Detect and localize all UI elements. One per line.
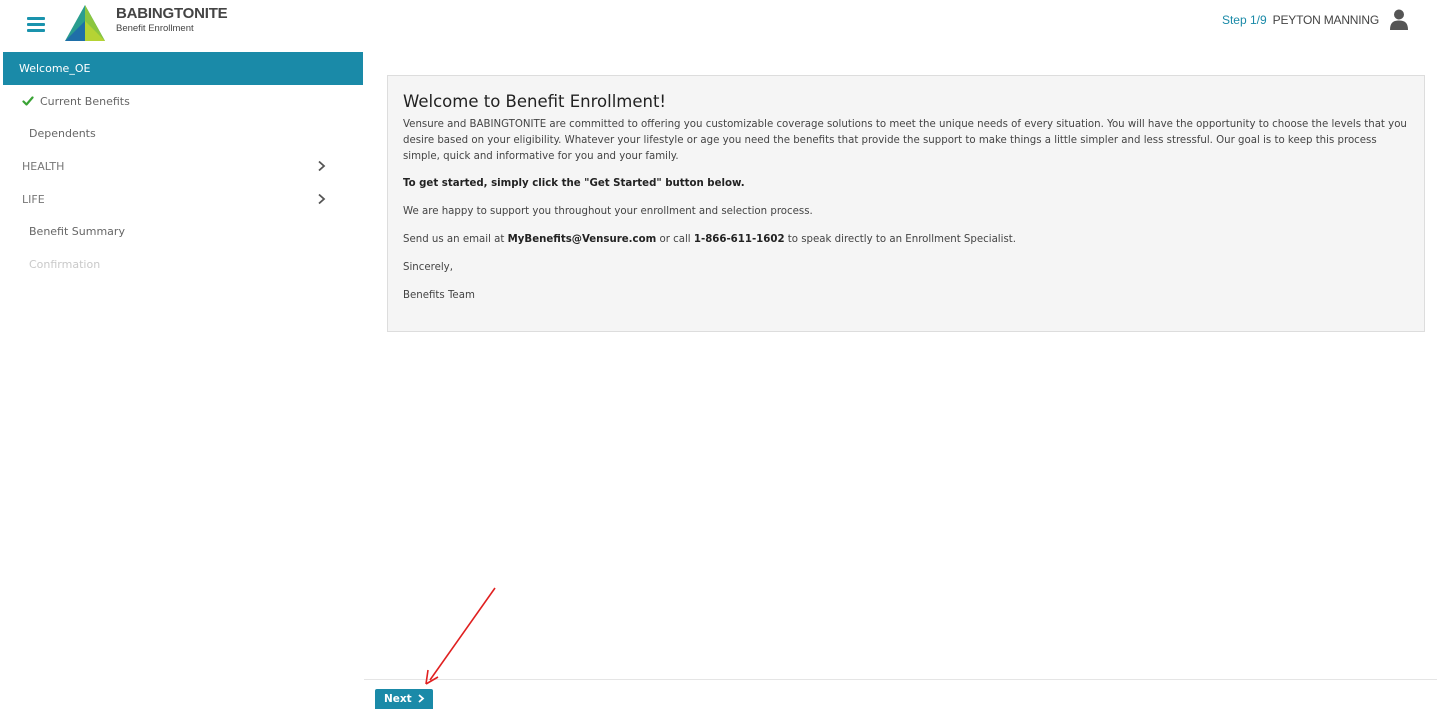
triangle-logo-icon	[65, 5, 105, 41]
page-title: Welcome to Benefit Enrollment!	[403, 92, 667, 111]
app-header: BABINGTONITE Benefit Enrollment Step 1/9…	[0, 0, 1437, 46]
support-text: We are happy to support you throughout y…	[403, 206, 813, 217]
hamburger-menu-icon[interactable]	[27, 17, 45, 32]
signature-text: Benefits Team	[403, 290, 475, 301]
next-button[interactable]: Next	[375, 689, 433, 709]
user-icon[interactable]	[1389, 9, 1409, 31]
contact-text: Send us an email at MyBenefits@Vensure.c…	[403, 234, 1017, 245]
brand-subtitle: Benefit Enrollment	[116, 23, 194, 34]
brand-name: BABINGTONITE	[116, 5, 228, 22]
welcome-body: Vensure and BABINGTONITE are committed t…	[403, 117, 1409, 304]
closing-text: Sincerely,	[403, 262, 453, 273]
welcome-intro: Vensure and BABINGTONITE are committed t…	[403, 119, 1407, 162]
welcome-card: Welcome to Benefit Enrollment! Vensure a…	[387, 75, 1425, 332]
step-indicator: Step 1/9	[1221, 13, 1267, 27]
sidebar-item-dependents[interactable]: Dependents	[3, 118, 363, 151]
chevron-right-icon	[318, 193, 326, 204]
sidebar-item-label: Benefit Summary	[29, 225, 125, 239]
sidebar-item-label: Confirmation	[29, 257, 101, 271]
user-name: PEYTON MANNING	[1272, 13, 1380, 27]
sidebar-item-label: Current Benefits	[40, 94, 130, 108]
chevron-right-icon	[318, 161, 326, 172]
sidebar-item-benefit-summary[interactable]: Benefit Summary	[3, 215, 363, 248]
next-button-label: Next	[384, 692, 412, 705]
sidebar-nav: Welcome_OE Current Benefits Dependents H…	[3, 52, 363, 281]
sidebar-item-label: Dependents	[29, 127, 96, 141]
get-started-text: To get started, simply click the "Get St…	[403, 178, 745, 189]
header-user-area: Step 1/9 PEYTON MANNING	[1222, 8, 1409, 32]
sidebar-item-health[interactable]: HEALTH	[3, 150, 363, 183]
sidebar-item-confirmation: Confirmation	[3, 248, 363, 281]
contact-phone: 1-866-611-1602	[693, 234, 785, 245]
contact-email: MyBenefits@Vensure.com	[507, 234, 657, 245]
sidebar-item-label: LIFE	[22, 192, 45, 206]
checkmark-icon	[22, 96, 34, 106]
sidebar-item-welcome[interactable]: Welcome_OE	[3, 52, 363, 85]
footer-divider	[364, 679, 1437, 680]
sidebar-item-label: HEALTH	[22, 159, 65, 173]
app: BABINGTONITE Benefit Enrollment Step 1/9…	[0, 0, 1437, 709]
sidebar-item-label: Welcome_OE	[19, 62, 91, 75]
sidebar-item-current-benefits[interactable]: Current Benefits	[3, 85, 363, 118]
sidebar-item-life[interactable]: LIFE	[3, 183, 363, 216]
chevron-right-icon	[418, 694, 425, 703]
